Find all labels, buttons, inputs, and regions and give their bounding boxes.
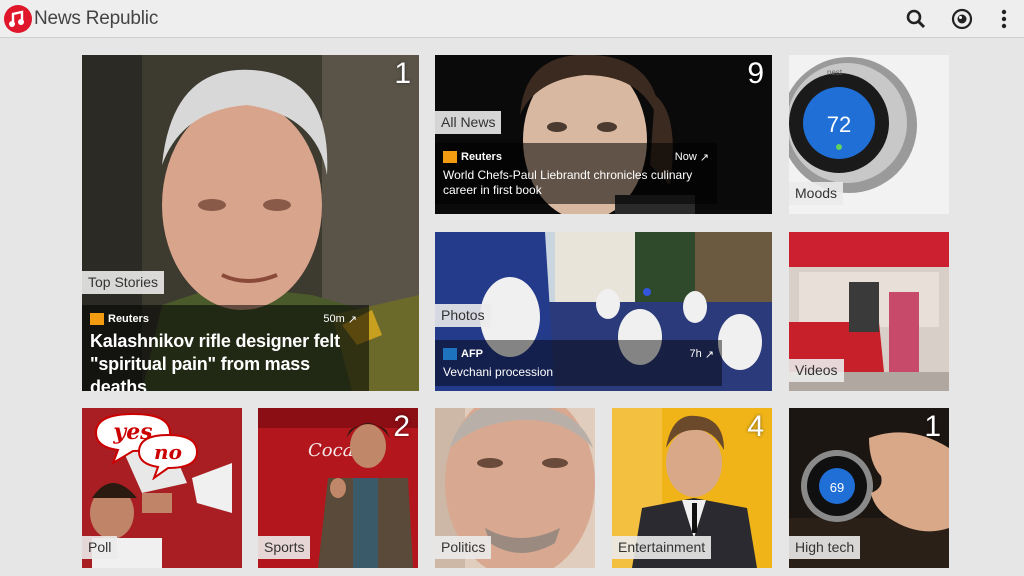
tile-politics[interactable]: Politics: [435, 408, 595, 568]
tile-category-label: Top Stories: [82, 271, 165, 294]
story-time: Now: [674, 151, 697, 163]
story-source: Reuters: [108, 313, 149, 325]
story-source: Reuters: [461, 151, 502, 163]
tile-count: 4: [747, 410, 764, 443]
story-time: 7h: [689, 348, 702, 360]
reuters-icon: [443, 151, 457, 163]
tile-category-label: Videos: [789, 359, 844, 382]
open-arrow-icon: ↗: [699, 151, 709, 164]
tile-poll[interactable]: yes no Poll: [82, 408, 242, 568]
tile-photos[interactable]: Photos AFP 7h ↗ Vevchani procession: [435, 232, 772, 391]
open-arrow-icon: ↗: [704, 348, 714, 361]
nest-brand-text: nest: [827, 68, 843, 77]
no-bubble: no: [137, 433, 199, 480]
tile-count: 1: [924, 410, 941, 443]
tile-category-label: Entertainment: [612, 536, 712, 559]
thermostat-value: 69: [830, 480, 844, 495]
story-time: 50m: [323, 313, 345, 325]
tile-category-label: High tech: [789, 536, 861, 559]
app-logo-icon[interactable]: [4, 5, 32, 33]
tile-category-label: Sports: [258, 536, 311, 559]
tile-category-label: All News: [435, 111, 502, 134]
tile-sports[interactable]: Coca 2 Sports: [258, 408, 418, 568]
reuters-icon: [90, 313, 104, 325]
app-bar: News Republic: [0, 0, 1024, 38]
story-headline: Kalashnikov rifle designer felt "spiritu…: [90, 331, 340, 391]
tile-category-label: Moods: [789, 182, 844, 205]
tile-entertainment[interactable]: 4 Entertainment: [612, 408, 772, 568]
tile-count: 1: [394, 57, 411, 90]
tile-high-tech[interactable]: 69 1 High tech: [789, 408, 949, 568]
no-text: no: [154, 440, 182, 464]
tile-category-label: Poll: [82, 536, 118, 559]
story-headline: Vevchani procession: [443, 365, 554, 379]
story-preview[interactable]: Reuters 50m ↗ Kalashnikov rifle designer …: [82, 305, 369, 391]
search-icon[interactable]: [904, 7, 928, 31]
story-source: AFP: [461, 348, 483, 360]
story-preview[interactable]: Reuters Now ↗ World Chefs-Paul Liebrandt …: [435, 143, 717, 204]
tile-count: 2: [393, 410, 410, 443]
tile-moods[interactable]: nest 72 Moods: [789, 55, 949, 214]
open-arrow-icon: ↗: [347, 313, 357, 326]
app-title: News Republic: [34, 8, 159, 29]
overflow-menu-icon[interactable]: [996, 7, 1012, 31]
tile-count: 9: [747, 57, 764, 90]
afp-icon: [443, 348, 457, 360]
tile-videos[interactable]: Videos: [789, 232, 949, 391]
tile-top-stories[interactable]: 1 Top Stories Reuters 50m ↗ Kalashnikov r…: [82, 55, 419, 391]
story-headline: World Chefs-Paul Liebrandt chronicles cu…: [443, 168, 693, 197]
thermostat-value: 72: [827, 112, 851, 137]
tile-category-label: Politics: [435, 536, 492, 559]
account-icon[interactable]: [950, 7, 974, 31]
tile-all-news[interactable]: 9 All News Reuters Now ↗ World Chefs-Paul…: [435, 55, 772, 214]
tile-category-label: Photos: [435, 304, 491, 327]
story-preview[interactable]: AFP 7h ↗ Vevchani procession: [435, 340, 722, 386]
coca-cola-sign: Coca: [308, 440, 353, 461]
